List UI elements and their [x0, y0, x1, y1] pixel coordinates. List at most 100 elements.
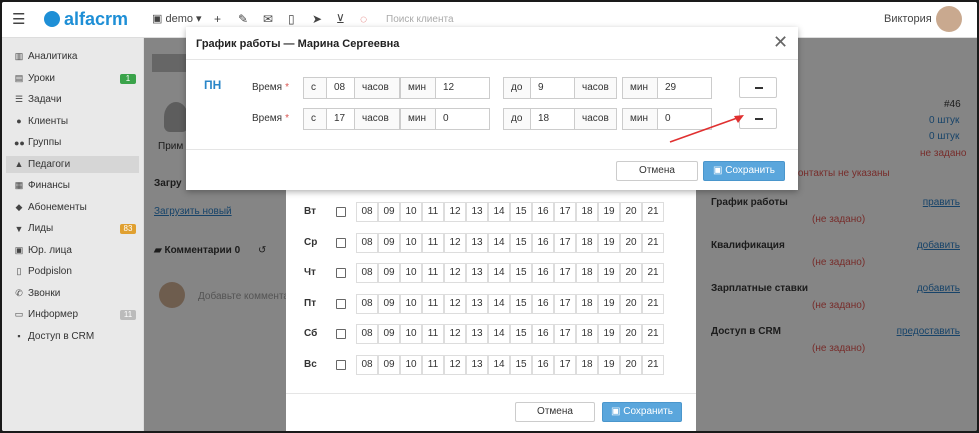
hour-cell[interactable]: 12 — [444, 293, 466, 314]
hour-cell[interactable]: 09 — [378, 293, 400, 314]
hour-cell[interactable]: 14 — [488, 324, 510, 344]
hour-cell[interactable]: 08 — [356, 354, 378, 375]
day-checkbox[interactable] — [336, 268, 346, 278]
hour-cell[interactable]: 15 — [510, 202, 532, 222]
hour-cell[interactable]: 12 — [444, 324, 466, 344]
hour-cell[interactable]: 11 — [422, 293, 444, 314]
hour-cell[interactable]: 18 — [576, 293, 598, 314]
hour-cell[interactable]: 21 — [642, 263, 664, 283]
hour-cell[interactable]: 21 — [642, 293, 664, 314]
wrench-icon[interactable]: ✎ — [238, 12, 248, 26]
sidebar-item[interactable]: ● Клиенты — [14, 116, 68, 127]
hour-cell[interactable]: 19 — [598, 324, 620, 344]
to-hours-input[interactable]: 18 — [530, 108, 575, 130]
save-button[interactable]: ▣ Сохранить — [703, 161, 785, 181]
from-minutes-input[interactable]: 12 — [435, 77, 490, 99]
hour-cell[interactable]: 11 — [422, 324, 444, 344]
close-icon[interactable]: ✕ — [773, 32, 788, 53]
from-minutes-input[interactable]: 0 — [435, 108, 490, 130]
hour-cell[interactable]: 08 — [356, 232, 378, 253]
mail-icon[interactable]: ✉ — [263, 12, 273, 26]
user-name[interactable]: Виктория — [884, 13, 932, 25]
hour-cell[interactable]: 08 — [356, 293, 378, 314]
cart-icon[interactable]: ⊻ — [336, 12, 345, 26]
day-checkbox[interactable] — [336, 359, 346, 370]
send-icon[interactable]: ➤ — [312, 12, 322, 26]
hour-cell[interactable]: 16 — [532, 263, 554, 283]
hour-cell[interactable]: 15 — [510, 293, 532, 314]
hour-cell[interactable]: 14 — [488, 232, 510, 253]
hour-cell[interactable]: 19 — [598, 263, 620, 283]
branch-selector[interactable]: ▣ demo ▾ — [152, 12, 202, 25]
hour-cell[interactable]: 18 — [576, 354, 598, 375]
hour-cell[interactable]: 10 — [400, 232, 422, 253]
hour-cell[interactable]: 20 — [620, 202, 642, 222]
hour-cell[interactable]: 09 — [378, 263, 400, 283]
hour-cell[interactable]: 14 — [488, 293, 510, 314]
phone-icon[interactable]: ▯ — [288, 12, 295, 26]
hour-cell[interactable]: 09 — [378, 324, 400, 344]
hour-cell[interactable]: 10 — [400, 202, 422, 222]
hour-cell[interactable]: 21 — [642, 324, 664, 344]
hour-cell[interactable]: 11 — [422, 354, 444, 375]
hour-cell[interactable]: 10 — [400, 293, 422, 314]
hour-cell[interactable]: 12 — [444, 232, 466, 253]
remove-interval-button[interactable] — [739, 77, 777, 98]
hour-cell[interactable]: 09 — [378, 202, 400, 222]
hour-cell[interactable]: 17 — [554, 263, 576, 283]
sidebar-item[interactable]: ▯ Podpislon — [14, 266, 72, 277]
sidebar-item[interactable]: ▭ Информер — [14, 309, 78, 320]
hour-cell[interactable]: 14 — [488, 354, 510, 375]
hour-cell[interactable]: 11 — [422, 232, 444, 253]
sidebar-item[interactable]: ▥ Аналитика — [14, 51, 78, 62]
hour-cell[interactable]: 20 — [620, 293, 642, 314]
hour-cell[interactable]: 17 — [554, 202, 576, 222]
sidebar-item[interactable]: ▼ Лиды — [14, 223, 54, 234]
hour-cell[interactable]: 17 — [554, 324, 576, 344]
hour-cell[interactable]: 15 — [510, 263, 532, 283]
hour-cell[interactable]: 14 — [488, 202, 510, 222]
hour-cell[interactable]: 09 — [378, 354, 400, 375]
hour-cell[interactable]: 16 — [532, 232, 554, 253]
hour-cell[interactable]: 16 — [532, 293, 554, 314]
hour-cell[interactable]: 19 — [598, 354, 620, 375]
grid-cancel-button[interactable]: Отмена — [515, 402, 595, 422]
hour-cell[interactable]: 19 — [598, 202, 620, 222]
hour-cell[interactable]: 21 — [642, 354, 664, 375]
day-checkbox[interactable] — [336, 237, 346, 248]
hour-cell[interactable]: 08 — [356, 202, 378, 222]
hour-cell[interactable]: 18 — [576, 324, 598, 344]
hour-cell[interactable]: 20 — [620, 263, 642, 283]
hour-cell[interactable]: 12 — [444, 202, 466, 222]
hour-cell[interactable]: 12 — [444, 354, 466, 375]
hour-cell[interactable]: 17 — [554, 232, 576, 253]
hour-cell[interactable]: 13 — [466, 232, 488, 253]
hour-cell[interactable]: 19 — [598, 232, 620, 253]
hour-cell[interactable]: 20 — [620, 324, 642, 344]
hour-cell[interactable]: 13 — [466, 354, 488, 375]
hour-cell[interactable]: 15 — [510, 232, 532, 253]
hour-cell[interactable]: 16 — [532, 202, 554, 222]
sidebar-item[interactable]: ☰ Задачи — [14, 94, 62, 105]
to-hours-input[interactable]: 9 — [530, 77, 575, 99]
cancel-button[interactable]: Отмена — [616, 161, 698, 181]
hour-cell[interactable]: 18 — [576, 202, 598, 222]
hour-cell[interactable]: 19 — [598, 293, 620, 314]
hour-cell[interactable]: 11 — [422, 202, 444, 222]
hour-cell[interactable]: 21 — [642, 202, 664, 222]
hour-cell[interactable]: 20 — [620, 354, 642, 375]
hour-cell[interactable]: 10 — [400, 354, 422, 375]
hour-cell[interactable]: 11 — [422, 263, 444, 283]
hour-cell[interactable]: 15 — [510, 354, 532, 375]
hour-cell[interactable]: 18 — [576, 232, 598, 253]
hour-cell[interactable]: 16 — [532, 324, 554, 344]
sidebar-item[interactable]: ▣ Юр. лица — [14, 245, 72, 256]
sidebar-item[interactable]: ▪ Доступ в CRM — [14, 331, 94, 342]
bell-icon[interactable]: ◌ — [360, 12, 367, 26]
hour-cell[interactable]: 09 — [378, 232, 400, 253]
sidebar-item[interactable]: ✆ Звонки — [14, 288, 60, 299]
day-checkbox[interactable] — [336, 298, 346, 309]
search-input[interactable]: Поиск клиента — [386, 14, 454, 25]
hour-cell[interactable]: 21 — [642, 232, 664, 253]
hour-cell[interactable]: 13 — [466, 293, 488, 314]
